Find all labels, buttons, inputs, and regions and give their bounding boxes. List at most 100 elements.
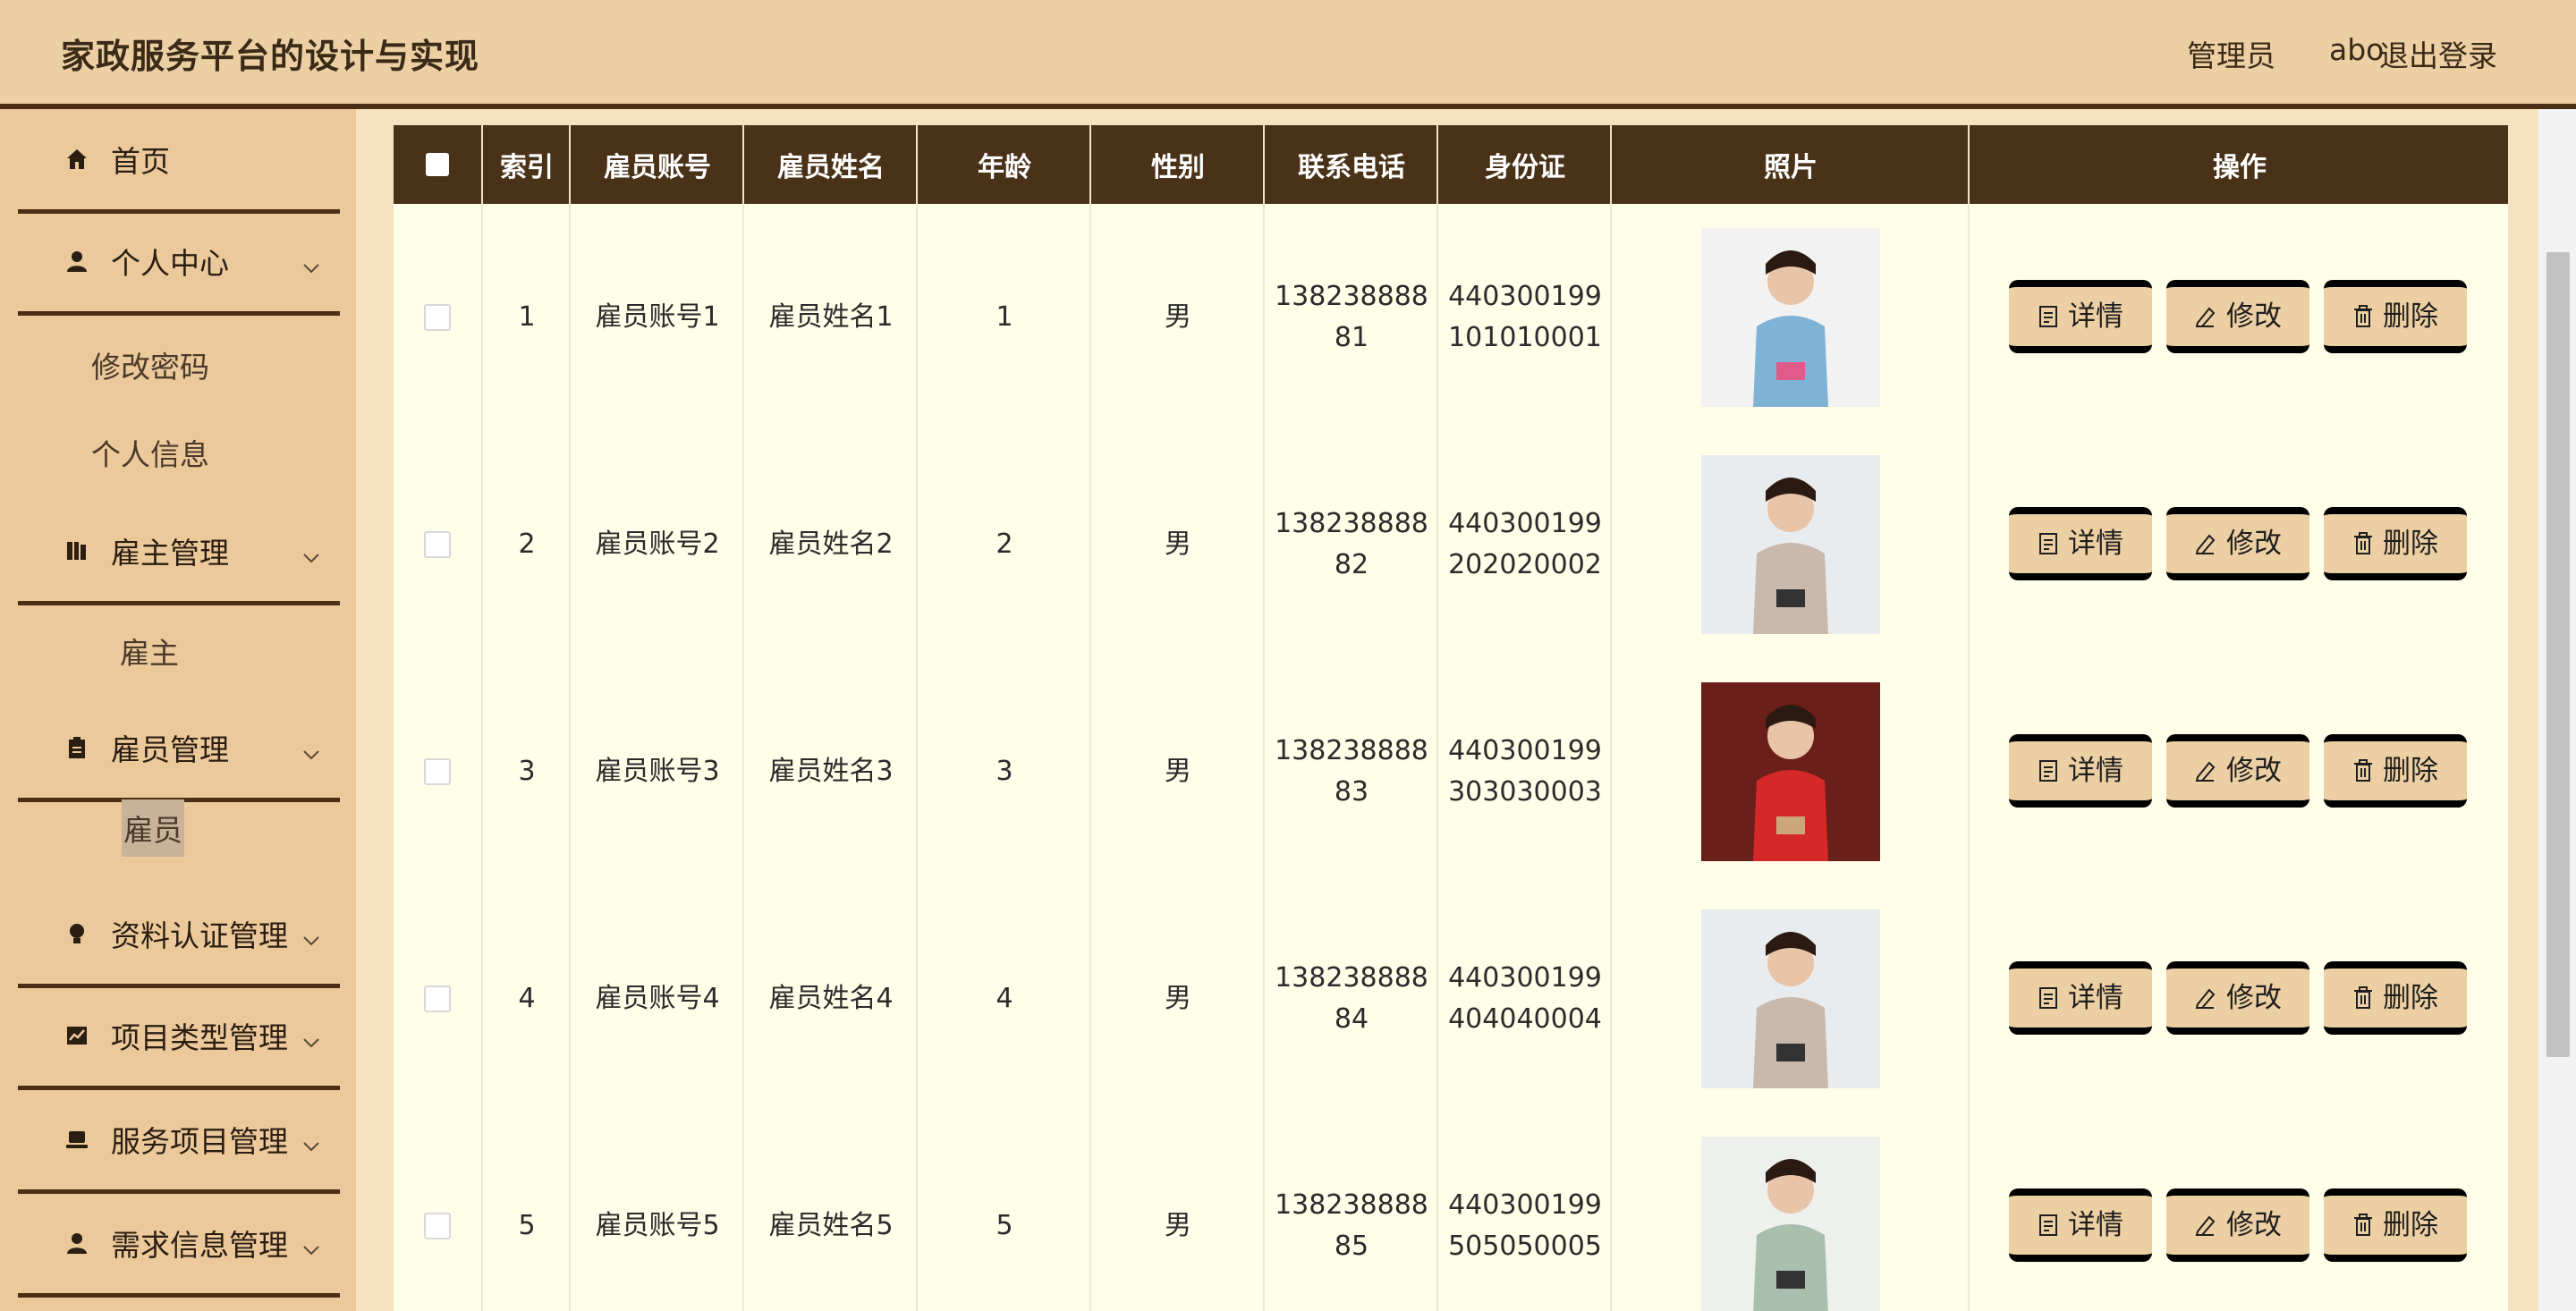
employee-photo[interactable] (1701, 228, 1880, 407)
chevron-down-icon (302, 733, 320, 768)
phone-line-2: 83 (1334, 776, 1369, 808)
sidebar-item-home[interactable]: 首页 (18, 109, 340, 214)
header-account: 雇员账号 (569, 125, 744, 204)
header-id-card: 身份证 (1436, 125, 1612, 204)
sidebar-subitem-employee[interactable]: 雇员 (122, 799, 184, 857)
delete-button[interactable]: 删除 (2324, 507, 2467, 580)
delete-label: 删除 (2383, 528, 2438, 560)
document-icon (2039, 533, 2057, 554)
id-line-1: 440300199 (1448, 281, 1602, 312)
employee-photo[interactable] (1701, 455, 1880, 634)
cell-photo (1610, 885, 1970, 1112)
sidebar-item-demand-info-management[interactable]: 需求信息管理 (18, 1193, 340, 1298)
header-age: 年龄 (916, 125, 1091, 204)
sidebar-subitem-change-password[interactable]: 修改密码 (91, 343, 209, 386)
id-line-1: 440300199 (1448, 1189, 1602, 1221)
sidebar-subitem-personal-info[interactable]: 个人信息 (91, 431, 209, 474)
detail-button[interactable]: 详情 (2009, 507, 2152, 580)
detail-button[interactable]: 详情 (2009, 280, 2152, 353)
detail-button[interactable]: 详情 (2009, 1188, 2152, 1262)
cell-phone: 138238888 82 (1263, 431, 1438, 658)
edit-button[interactable]: 修改 (2166, 507, 2309, 580)
cell-age: 1 (916, 204, 1091, 431)
sidebar-item-employer-management[interactable]: 雇主管理 (18, 501, 340, 605)
cell-phone: 138238888 81 (1263, 204, 1438, 431)
detail-button[interactable]: 详情 (2009, 734, 2152, 808)
edit-label: 修改 (2226, 528, 2282, 560)
detail-button[interactable]: 详情 (2009, 961, 2152, 1035)
cell-gender: 男 (1089, 204, 1265, 431)
header-actions: 操作 (1968, 125, 2510, 204)
row-checkbox[interactable] (424, 304, 451, 331)
cell-age: 2 (916, 431, 1091, 658)
row-checkbox[interactable] (424, 985, 451, 1012)
pencil-icon (2195, 534, 2216, 554)
cell-index: 4 (481, 885, 571, 1112)
cell-actions: 详情 修改 删除 (1968, 1112, 2510, 1311)
scrollbar-thumb[interactable] (2546, 252, 2570, 1057)
cell-photo (1610, 1112, 1970, 1311)
trash-icon (2354, 986, 2372, 1009)
user-name: abo (2329, 32, 2385, 67)
sidebar-item-label: 雇员管理 (111, 732, 229, 767)
cell-index: 2 (481, 431, 571, 658)
delete-button[interactable]: 删除 (2324, 280, 2467, 353)
row-select-cell (394, 885, 481, 1112)
sidebar-item-project-type-management[interactable]: 项目类型管理 (18, 985, 340, 1090)
row-checkbox[interactable] (424, 1213, 451, 1239)
cell-id-card: 440300199 202020002 (1436, 431, 1612, 658)
trash-icon (2354, 532, 2372, 554)
detail-label: 详情 (2068, 755, 2123, 787)
document-icon (2039, 987, 2057, 1009)
employee-photo[interactable] (1701, 1137, 1880, 1311)
logout-link[interactable]: 退出登录 (2379, 32, 2497, 75)
app-title: 家政服务平台的设计与实现 (61, 37, 480, 76)
trash-icon (2354, 1214, 2372, 1236)
trash-icon (2354, 759, 2372, 782)
header-select-all[interactable] (394, 125, 481, 204)
edit-button[interactable]: 修改 (2166, 961, 2309, 1035)
cell-account: 雇员账号3 (569, 658, 744, 885)
chevron-down-icon (302, 1125, 320, 1160)
delete-button[interactable]: 删除 (2324, 1188, 2467, 1262)
header-gender: 性别 (1089, 125, 1265, 204)
row-select-cell (394, 658, 481, 885)
pencil-icon (2195, 1215, 2216, 1236)
cell-age: 5 (916, 1112, 1091, 1311)
delete-button[interactable]: 删除 (2324, 961, 2467, 1035)
sidebar-item-label: 雇主管理 (111, 536, 229, 571)
header-phone: 联系电话 (1263, 125, 1438, 204)
id-line-1: 440300199 (1448, 508, 1602, 539)
delete-label: 删除 (2383, 1209, 2438, 1241)
sidebar-item-employee-management[interactable]: 雇员管理 (18, 698, 340, 802)
sidebar-item-credential-management[interactable]: 资料认证管理 (18, 884, 340, 988)
pencil-icon (2195, 307, 2216, 327)
cell-index: 5 (481, 1112, 571, 1311)
pencil-icon (2195, 761, 2216, 782)
sidebar-item-label: 需求信息管理 (111, 1228, 288, 1263)
sidebar-item-personal-center[interactable]: 个人中心 (18, 211, 340, 316)
select-all-checkbox[interactable] (426, 153, 449, 176)
employee-photo[interactable] (1701, 682, 1880, 861)
cell-index: 1 (481, 204, 571, 431)
sidebar-item-service-project-management[interactable]: 服务项目管理 (18, 1089, 340, 1194)
edit-button[interactable]: 修改 (2166, 280, 2309, 353)
edit-button[interactable]: 修改 (2166, 1188, 2309, 1262)
row-checkbox[interactable] (424, 758, 451, 785)
edit-button[interactable]: 修改 (2166, 734, 2309, 808)
cell-name: 雇员姓名3 (742, 658, 918, 885)
sidebar-subitem-employer[interactable]: 雇主 (120, 630, 179, 672)
sidebar: 首页 个人中心 修改密码 个人信息 雇主管理 雇主 雇员管理 雇员 资料认证管理 (0, 109, 356, 1311)
cell-gender: 男 (1089, 1112, 1265, 1311)
employee-photo[interactable] (1701, 909, 1880, 1088)
row-select-cell (394, 204, 481, 431)
phone-line-2: 84 (1334, 1003, 1369, 1035)
cell-account: 雇员账号2 (569, 431, 744, 658)
cell-photo (1610, 431, 1970, 658)
chevron-down-icon (302, 1021, 320, 1056)
cell-gender: 男 (1089, 658, 1265, 885)
edit-label: 修改 (2226, 1209, 2282, 1241)
delete-button[interactable]: 删除 (2324, 734, 2467, 808)
row-checkbox[interactable] (424, 531, 451, 558)
phone-line-1: 138238888 (1275, 962, 1428, 994)
